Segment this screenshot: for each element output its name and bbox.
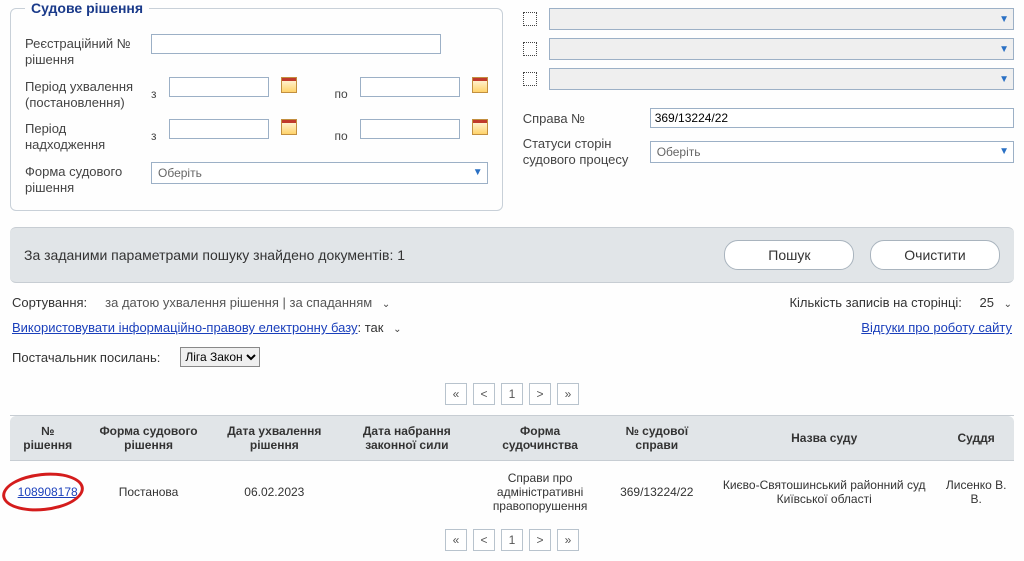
cell-court-name: Києво-Святошинський районний суд Київськ… xyxy=(710,461,938,524)
th-court-name: Назва суду xyxy=(710,416,938,461)
chevron-down-icon: ⌄ xyxy=(382,299,390,310)
decision-no-link[interactable]: 108908178 xyxy=(18,485,78,499)
right-select-1[interactable]: ▼ xyxy=(549,8,1014,30)
from-label-1: з xyxy=(151,87,157,101)
court-decision-legend: Судове рішення xyxy=(25,0,149,16)
feedback-link[interactable]: Відгуки про роботу сайту xyxy=(861,320,1012,335)
period-adopt-label: Період ухвалення (постановлення) xyxy=(25,77,143,112)
decision-form-value: Оберіть xyxy=(158,166,202,180)
form-label: Форма судового рішення xyxy=(25,162,143,197)
calendar-icon[interactable] xyxy=(472,77,488,93)
results-table: № рішення Форма судового рішення Дата ух… xyxy=(10,415,1014,523)
party-status-select[interactable]: Оберіть ▼ xyxy=(650,141,1014,163)
th-adopt-date: Дата ухвалення рішення xyxy=(212,416,337,461)
cell-force-date xyxy=(337,461,477,524)
db-link[interactable]: Використовувати інформаційно-правову еле… xyxy=(12,320,358,335)
th-case-no: № судової справи xyxy=(603,416,710,461)
chevron-down-icon: ▼ xyxy=(473,167,483,178)
db-link-suffix: : так xyxy=(358,320,384,335)
pager-next[interactable]: > xyxy=(529,529,551,551)
pager-page[interactable]: 1 xyxy=(501,529,523,551)
decision-form-select[interactable]: Оберіть ▼ xyxy=(151,162,488,184)
chevron-down-icon: ▼ xyxy=(999,14,1009,25)
cell-proceeding: Справи про адміністративні правопорушенн… xyxy=(477,461,604,524)
cell-case-no: 369/13224/22 xyxy=(603,461,710,524)
th-form: Форма судового рішення xyxy=(85,416,211,461)
period-adopt-from-input[interactable] xyxy=(169,77,269,97)
right-select-3[interactable]: ▼ xyxy=(549,68,1014,90)
th-proceeding: Форма судочинства xyxy=(477,416,604,461)
supplier-select[interactable]: Ліга Закон xyxy=(180,347,260,367)
pager-page[interactable]: 1 xyxy=(501,383,523,405)
pager-first[interactable]: « xyxy=(445,529,467,551)
sort-label: Сортування: xyxy=(12,295,87,310)
sort-select[interactable]: за датою ухвалення рішення | за спадання… xyxy=(105,295,390,310)
search-button[interactable]: Пошук xyxy=(724,240,854,270)
to-label-2: по xyxy=(335,129,348,143)
case-no-input[interactable] xyxy=(650,108,1014,128)
right-select-2[interactable]: ▼ xyxy=(549,38,1014,60)
chevron-down-icon: ⌄ xyxy=(1004,299,1012,310)
pager-prev[interactable]: < xyxy=(473,383,495,405)
chevron-down-icon: ▼ xyxy=(999,74,1009,85)
cell-form: Постанова xyxy=(85,461,211,524)
cell-judge: Лисенко В. В. xyxy=(938,461,1014,524)
pager-last[interactable]: » xyxy=(557,529,579,551)
period-receipt-label: Період надходження xyxy=(25,119,143,154)
results-bar: За заданими параметрами пошуку знайдено … xyxy=(10,227,1014,283)
ghost-checkbox-3[interactable] xyxy=(523,72,537,86)
th-force-date: Дата набрання законної сили xyxy=(337,416,477,461)
calendar-icon[interactable] xyxy=(281,77,297,93)
pager-first[interactable]: « xyxy=(445,383,467,405)
supplier-label: Постачальник посилань: xyxy=(12,350,160,365)
table-row: 108908178 Постанова 06.02.2023 Справи пр… xyxy=(10,461,1014,524)
sort-value: за датою ухвалення рішення | за спадання… xyxy=(105,295,372,310)
clear-button[interactable]: Очистити xyxy=(870,240,1000,270)
pager-last[interactable]: » xyxy=(557,383,579,405)
page-size-select[interactable]: 25 ⌄ xyxy=(980,295,1012,310)
chevron-down-icon: ▼ xyxy=(999,44,1009,55)
period-receipt-from-input[interactable] xyxy=(169,119,269,139)
calendar-icon[interactable] xyxy=(472,119,488,135)
cell-adopt-date: 06.02.2023 xyxy=(212,461,337,524)
pager-bottom: « < 1 > » xyxy=(10,529,1014,551)
from-label-2: з xyxy=(151,129,157,143)
page-size-label: Кількість записів на сторінці: xyxy=(789,295,961,310)
court-decision-fieldset: Судове рішення Реєстраційний № рішення П… xyxy=(10,0,503,211)
period-receipt-to-input[interactable] xyxy=(360,119,460,139)
pager-top: « < 1 > » xyxy=(10,383,1014,405)
chevron-down-icon: ▼ xyxy=(999,146,1009,157)
ghost-checkbox-1[interactable] xyxy=(523,12,537,26)
party-status-label: Статуси сторін судового процесу xyxy=(523,136,638,167)
party-status-value: Оберіть xyxy=(657,145,701,159)
period-adopt-to-input[interactable] xyxy=(360,77,460,97)
to-label-1: по xyxy=(335,87,348,101)
pager-prev[interactable]: < xyxy=(473,529,495,551)
th-judge: Суддя xyxy=(938,416,1014,461)
calendar-icon[interactable] xyxy=(281,119,297,135)
table-header-row: № рішення Форма судового рішення Дата ух… xyxy=(10,416,1014,461)
reg-no-label: Реєстраційний № рішення xyxy=(25,34,143,69)
case-no-label: Справа № xyxy=(523,111,638,126)
reg-no-input[interactable] xyxy=(151,34,441,54)
pager-next[interactable]: > xyxy=(529,383,551,405)
page-size-value: 25 xyxy=(980,295,994,310)
chevron-down-icon[interactable]: ⌄ xyxy=(393,324,401,335)
results-count-text: За заданими параметрами пошуку знайдено … xyxy=(24,247,405,263)
th-no: № рішення xyxy=(10,416,85,461)
ghost-checkbox-2[interactable] xyxy=(523,42,537,56)
